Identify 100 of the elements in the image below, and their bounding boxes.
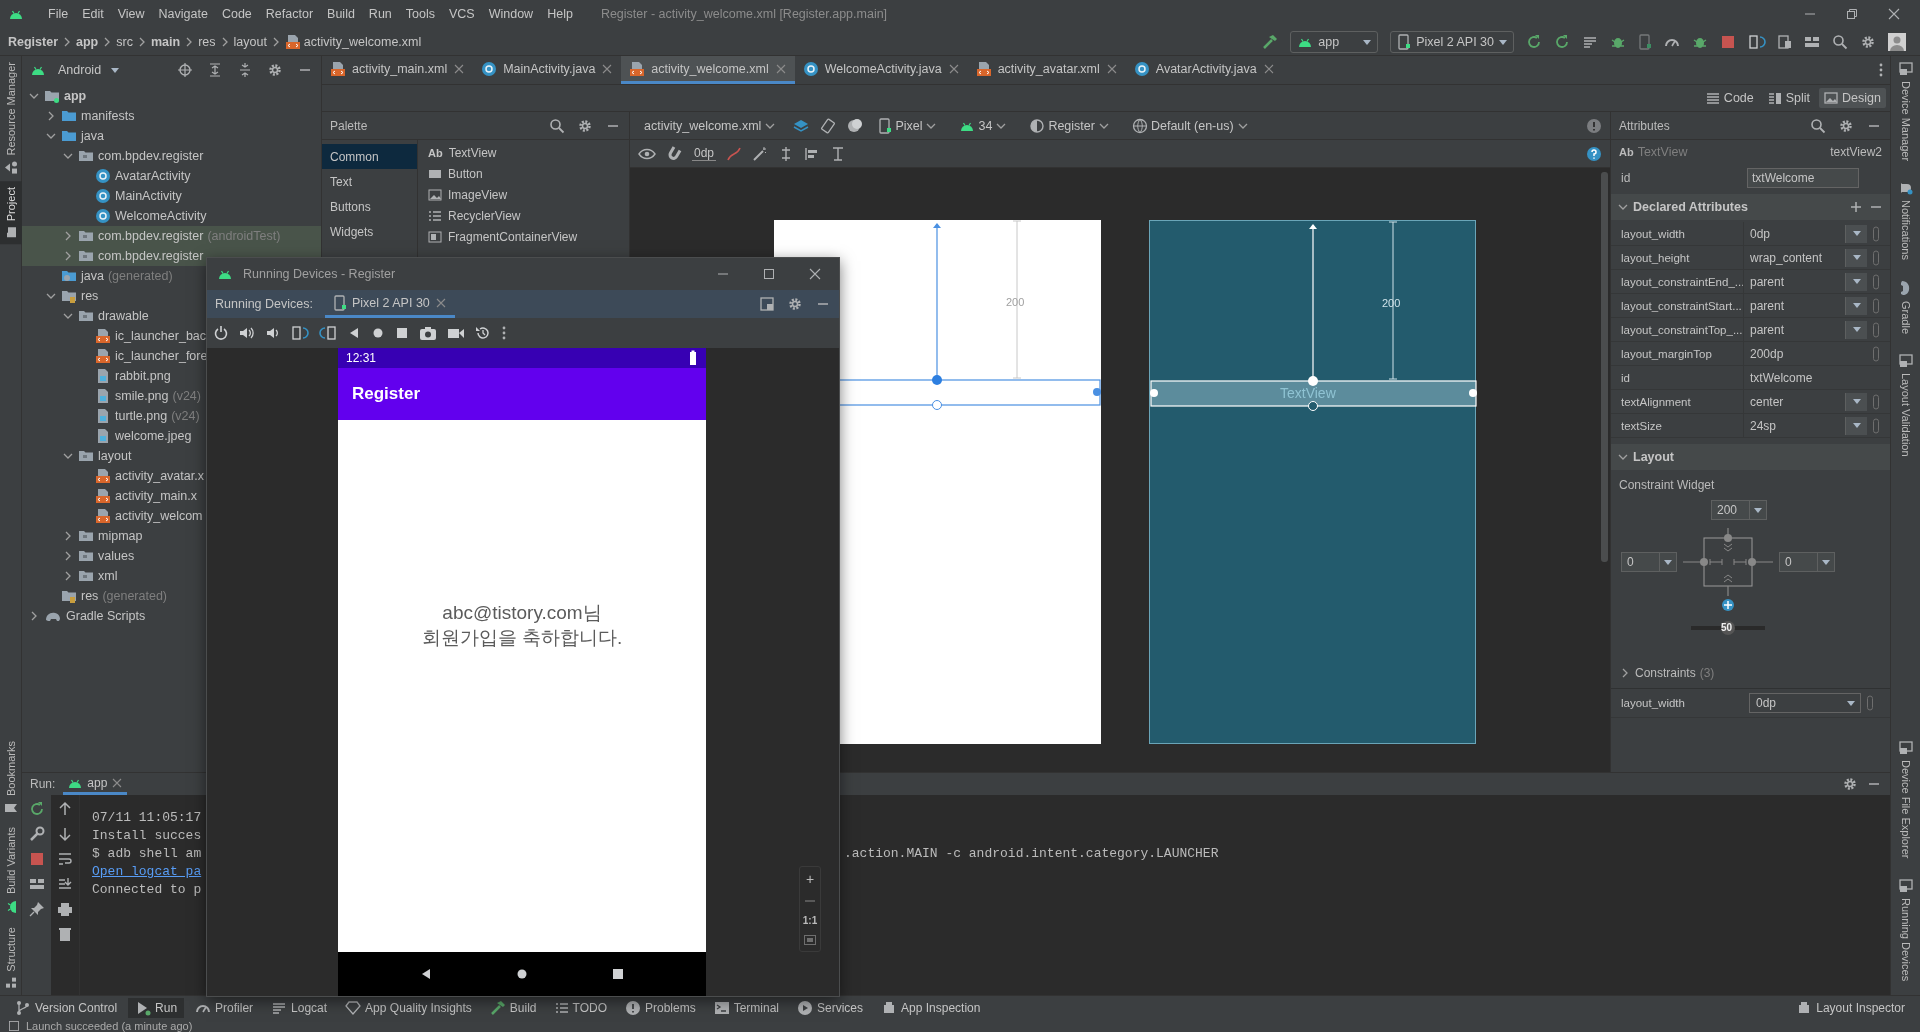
- tool-window-tab[interactable]: Device Manager: [1898, 56, 1913, 168]
- tool-window-button[interactable]: Build: [482, 998, 544, 1018]
- resource-picker-icon[interactable]: [1873, 345, 1879, 362]
- dropdown-button[interactable]: [1845, 392, 1867, 411]
- device-dropdown[interactable]: Pixel 2 API 30: [1390, 31, 1514, 53]
- attribute-value[interactable]: center: [1750, 394, 1784, 409]
- tool-window-tab[interactable]: Device File Explorer: [1898, 735, 1913, 865]
- add-icon[interactable]: [1848, 199, 1864, 215]
- scroll-to-end-icon[interactable]: [57, 876, 73, 892]
- close-icon[interactable]: [434, 296, 447, 309]
- tool-window-button[interactable]: Layout Inspector: [1789, 998, 1912, 1018]
- night-mode-icon[interactable]: [846, 117, 863, 134]
- editor-tab[interactable]: activity_avatar.xml: [967, 56, 1126, 84]
- tree-item[interactable]: rabbit.png: [115, 369, 171, 383]
- clear-constraints-icon[interactable]: [726, 145, 743, 162]
- snapshot-icon[interactable]: [475, 325, 491, 341]
- attribute-value[interactable]: wrap_content: [1750, 250, 1823, 265]
- attribute-value[interactable]: parent: [1750, 322, 1785, 337]
- editor-tab[interactable]: WelcomeActivity.java: [794, 56, 968, 84]
- lines-icon[interactable]: [1582, 34, 1598, 50]
- editor-tab[interactable]: activity_main.xml: [322, 56, 474, 84]
- breadcrumb-item[interactable]: activity_welcome.xml: [303, 35, 422, 49]
- tree-item[interactable]: com.bpdev.register: [98, 149, 204, 163]
- tool-window-button[interactable]: Run: [128, 998, 185, 1018]
- tree-item[interactable]: Gradle Scripts: [66, 609, 146, 623]
- menu-item[interactable]: File: [42, 4, 75, 24]
- more-icon[interactable]: [501, 325, 507, 341]
- close-icon[interactable]: [601, 62, 614, 75]
- menu-item[interactable]: Navigate: [152, 4, 214, 24]
- device-manager-icon[interactable]: [1778, 35, 1792, 49]
- margin-dropdown[interactable]: 0: [1621, 552, 1677, 572]
- settings-icon[interactable]: [1860, 34, 1876, 50]
- margin-dropdown[interactable]: 0: [1779, 552, 1835, 572]
- palette-item[interactable]: ImageView: [418, 184, 629, 205]
- menu-item[interactable]: Help: [541, 4, 579, 24]
- close-icon[interactable]: [1886, 6, 1902, 22]
- breadcrumb-item[interactable]: res: [198, 35, 216, 49]
- tree-item[interactable]: turtle.png: [115, 409, 168, 423]
- settings-icon[interactable]: [1838, 117, 1854, 134]
- print-icon[interactable]: [57, 901, 73, 917]
- overview-icon[interactable]: [611, 966, 625, 982]
- tree-item[interactable]: com.bpdev.register: [98, 229, 204, 243]
- editor-tab[interactable]: AvatarActivity.java: [1125, 56, 1283, 84]
- close-icon[interactable]: [1262, 62, 1275, 75]
- dropdown-button[interactable]: [1845, 296, 1867, 315]
- tree-item[interactable]: mipmap: [98, 529, 143, 543]
- rerun-icon[interactable]: [1526, 34, 1542, 50]
- close-icon[interactable]: [774, 62, 787, 75]
- tree-item[interactable]: smile.png: [115, 389, 169, 403]
- breadcrumb-item[interactable]: Register: [8, 35, 59, 49]
- editor-tab[interactable]: MainActivity.java: [473, 56, 622, 84]
- tool-window-tab[interactable]: Structure: [0, 921, 22, 995]
- menu-item[interactable]: Tools: [399, 4, 441, 24]
- tree-item[interactable]: AvatarActivity: [115, 169, 191, 183]
- stop-icon[interactable]: [1720, 34, 1736, 50]
- checkbox-icon[interactable]: [8, 1021, 20, 1031]
- tree-item[interactable]: res: [81, 589, 99, 603]
- tree-item[interactable]: values: [98, 549, 135, 563]
- tree-item[interactable]: ic_launcher_bac: [115, 329, 207, 343]
- settings-icon[interactable]: [1842, 776, 1858, 792]
- warning-icon[interactable]: [1586, 117, 1602, 134]
- resource-picker-icon[interactable]: [1873, 273, 1879, 290]
- volume-up-icon[interactable]: [239, 325, 255, 341]
- camera-icon[interactable]: [419, 325, 437, 341]
- layout-icon[interactable]: [28, 876, 45, 892]
- tool-window-tab[interactable]: Resource Manager: [0, 56, 22, 181]
- collapse-all-icon[interactable]: [237, 62, 253, 78]
- menu-item[interactable]: Window: [482, 4, 540, 24]
- palette-item[interactable]: FragmentContainerView: [418, 226, 629, 247]
- palette-category[interactable]: Buttons: [322, 194, 417, 219]
- tree-item[interactable]: res: [81, 289, 99, 303]
- device-dropdown[interactable]: Pixel: [872, 116, 944, 135]
- tree-item[interactable]: app: [64, 89, 87, 103]
- tool-window-button[interactable]: Terminal: [706, 998, 787, 1018]
- palette-category[interactable]: Widgets: [322, 219, 417, 244]
- menu-item[interactable]: Run: [362, 4, 398, 24]
- tool-window-tab[interactable]: Build Variants: [0, 821, 22, 922]
- tool-window-button[interactable]: Profiler: [188, 998, 261, 1018]
- breadcrumb-item[interactable]: src: [116, 35, 133, 49]
- project-view-dropdown[interactable]: Android: [52, 62, 126, 78]
- attribute-value[interactable]: 0dp: [1750, 226, 1771, 241]
- wand-icon[interactable]: [752, 145, 769, 162]
- tool-window-tab[interactable]: Layout Validation: [1898, 348, 1913, 463]
- tree-item[interactable]: layout: [98, 449, 132, 463]
- avatar-icon[interactable]: [1888, 33, 1906, 51]
- settings-icon[interactable]: [787, 296, 803, 312]
- palette-item[interactable]: RecyclerView: [418, 205, 629, 226]
- overview-icon[interactable]: [395, 325, 409, 341]
- close-icon[interactable]: [1105, 62, 1118, 75]
- menu-item[interactable]: Build: [321, 4, 361, 24]
- theme-dropdown[interactable]: Register: [1023, 116, 1116, 135]
- maximize-icon[interactable]: [761, 266, 777, 282]
- layers-icon[interactable]: [792, 117, 811, 134]
- resource-picker-icon[interactable]: [1873, 417, 1879, 434]
- menu-item[interactable]: Refactor: [259, 4, 320, 24]
- tree-item[interactable]: WelcomeActivity: [115, 209, 207, 223]
- attribute-value[interactable]: parent: [1750, 298, 1785, 313]
- close-icon[interactable]: [947, 62, 960, 75]
- tree-item[interactable]: manifests: [81, 109, 135, 123]
- layout-icon[interactable]: [759, 296, 775, 312]
